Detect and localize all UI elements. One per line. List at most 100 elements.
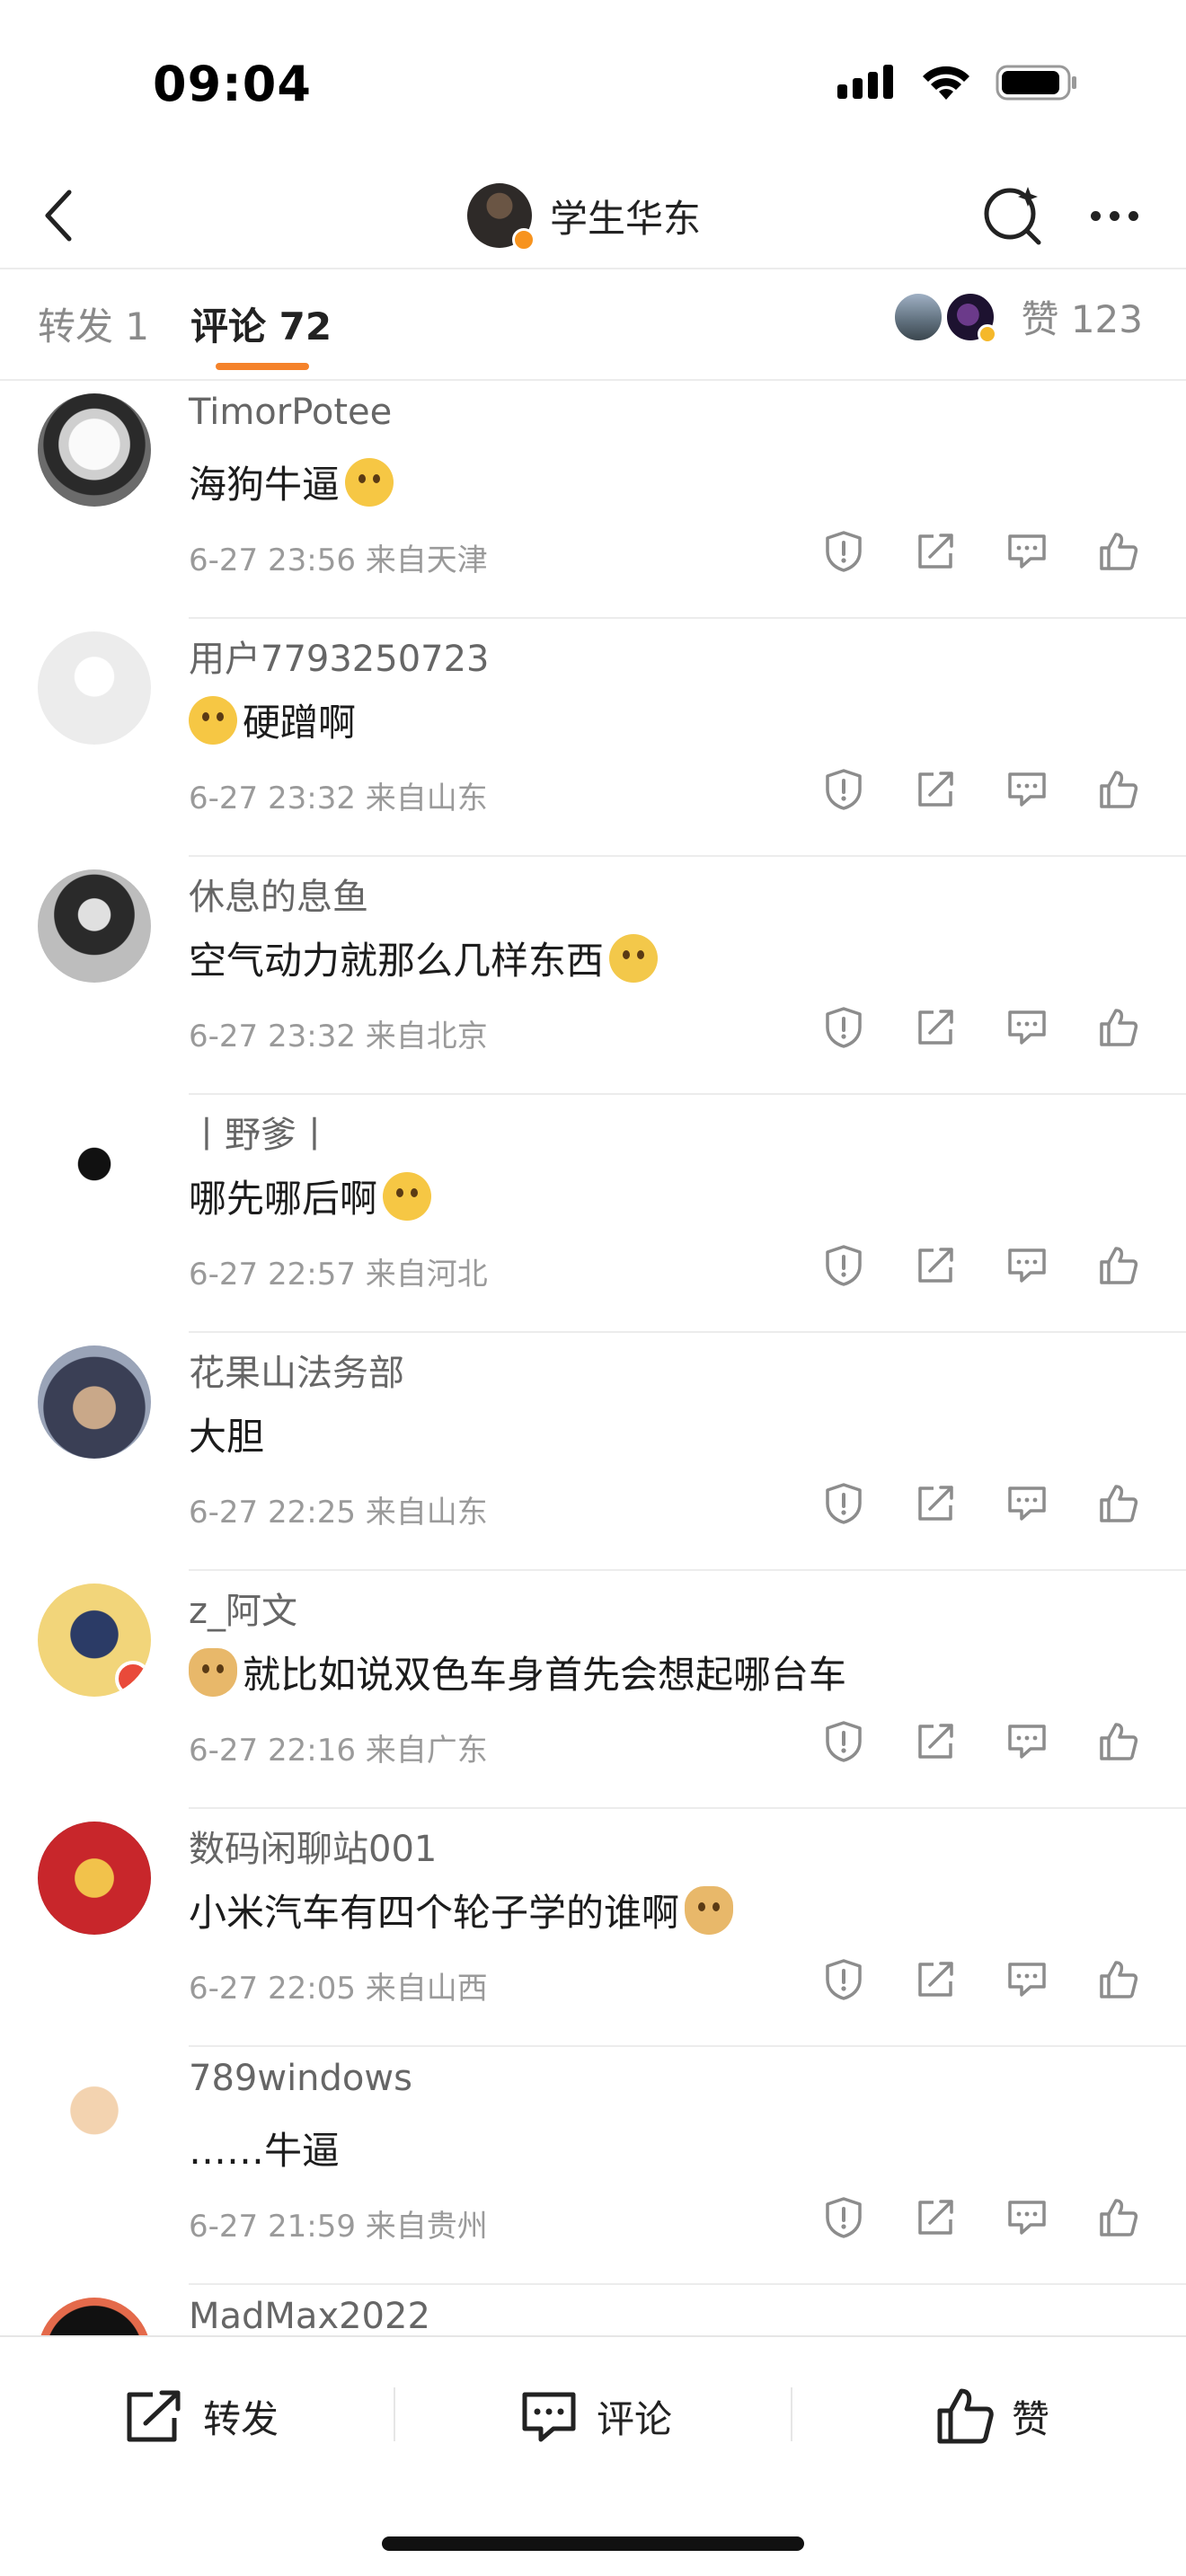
comment-meta: 6-27 23:32 来自北京 <box>189 1019 488 1054</box>
share-comment-button[interactable] <box>914 1720 957 1763</box>
comment-actions <box>822 1482 1140 1525</box>
user-avatar[interactable] <box>38 2060 151 2173</box>
comment-item[interactable]: 丨野爹丨 哪先哪后啊 6-27 22:57 来自河北 <box>0 1095 1186 1333</box>
comment-item[interactable]: 休息的息鱼 空气动力就那么几样东西 6-27 23:32 来自北京 <box>0 857 1186 1095</box>
likes-count: 赞 123 <box>1021 297 1143 341</box>
comment-item[interactable]: MadMax2022 <box>0 2285 1186 2335</box>
share-comment-button[interactable] <box>914 530 957 573</box>
status-time: 09:04 <box>153 56 312 112</box>
user-avatar[interactable] <box>38 393 151 507</box>
reply-button[interactable] <box>1005 1244 1049 1287</box>
comment-username[interactable]: 丨野爹丨 <box>189 1106 332 1158</box>
more-button[interactable] <box>1078 181 1150 250</box>
author-avatar[interactable] <box>467 183 535 251</box>
share-comment-button[interactable] <box>914 1958 957 2001</box>
shield-alert-icon <box>826 531 862 572</box>
report-button[interactable] <box>822 530 865 573</box>
shield-alert-icon <box>826 1245 862 1286</box>
comment-item[interactable]: 花果山法务部 大胆 6-27 22:25 来自山东 <box>0 1333 1186 1571</box>
chevron-left-icon <box>45 190 72 242</box>
user-avatar[interactable] <box>38 631 151 745</box>
like-button[interactable]: 赞 <box>934 2380 1049 2452</box>
repost-button[interactable]: 转发 <box>122 2380 279 2452</box>
like-comment-button[interactable] <box>1097 1958 1140 2001</box>
reply-button[interactable] <box>1005 530 1049 573</box>
user-avatar[interactable] <box>38 1107 151 1221</box>
reply-button[interactable] <box>1005 1006 1049 1049</box>
comment-body: ……牛逼 <box>189 2121 340 2175</box>
comment-username[interactable]: z_阿文 <box>189 1582 297 1634</box>
author-header[interactable]: 学生华东 <box>467 176 701 255</box>
reply-button[interactable] <box>1005 2196 1049 2239</box>
comment-item[interactable]: z_阿文 就比如说双色车身首先会想起哪台车 6-27 22:16 来自广东 <box>0 1571 1186 1809</box>
comment-meta: 6-27 22:25 来自山东 <box>189 1495 488 1531</box>
share-comment-button[interactable] <box>914 1482 957 1525</box>
comment-username[interactable]: 休息的息鱼 <box>189 868 368 920</box>
more-dot-icon <box>1090 210 1101 221</box>
comment-username[interactable]: 789windows <box>189 2058 412 2099</box>
share-comment-button[interactable] <box>914 2196 957 2239</box>
shield-alert-icon <box>826 1721 862 1762</box>
report-button[interactable] <box>822 1244 865 1287</box>
tab-comment[interactable]: 评论 72 <box>190 296 332 351</box>
report-button[interactable] <box>822 1720 865 1763</box>
comment-username[interactable]: TimorPotee <box>189 392 392 433</box>
like-comment-button[interactable] <box>1097 530 1140 573</box>
search-button[interactable] <box>979 181 1048 250</box>
comment-username[interactable]: 花果山法务部 <box>189 1344 404 1396</box>
comment-username[interactable]: 数码闲聊站001 <box>189 1820 437 1872</box>
thumbs-up-icon <box>1100 1485 1138 1522</box>
comment-label: 评论 <box>597 2396 673 2441</box>
reply-button[interactable] <box>1005 1482 1049 1525</box>
comment-button[interactable]: 评论 <box>518 2380 672 2452</box>
report-button[interactable] <box>822 1958 865 2001</box>
report-button[interactable] <box>822 2196 865 2239</box>
share-comment-button[interactable] <box>914 1244 957 1287</box>
comment-item[interactable]: TimorPotee 海狗牛逼 6-27 23:56 来自天津 <box>0 381 1186 619</box>
comment-meta: 6-27 23:56 来自天津 <box>189 543 488 578</box>
report-button[interactable] <box>822 1006 865 1049</box>
user-avatar[interactable] <box>38 1345 151 1459</box>
like-comment-button[interactable] <box>1097 1482 1140 1525</box>
report-button[interactable] <box>822 1482 865 1525</box>
user-avatar[interactable] <box>38 1822 151 1935</box>
tab-repost[interactable]: 转发 1 <box>38 296 149 351</box>
user-avatar[interactable] <box>38 1584 151 1697</box>
liker-avatar <box>945 291 998 344</box>
like-comment-button[interactable] <box>1097 2196 1140 2239</box>
comment-meta: 6-27 23:32 来自山东 <box>189 781 488 816</box>
reply-button[interactable] <box>1005 768 1049 811</box>
comment-text: ……牛逼 <box>189 2129 341 2173</box>
reply-button[interactable] <box>1005 1720 1049 1763</box>
tab-likes[interactable]: 赞 123 <box>893 289 1143 344</box>
like-comment-button[interactable] <box>1097 1006 1140 1049</box>
comment-text: 大胆 <box>189 1415 265 1459</box>
doge-emoji <box>189 1647 237 1697</box>
like-comment-button[interactable] <box>1097 1244 1140 1287</box>
user-avatar[interactable] <box>38 2298 151 2335</box>
thumbs-up-icon <box>1100 1723 1138 1760</box>
thumbs-up-icon <box>1100 2199 1138 2236</box>
report-button[interactable] <box>822 768 865 811</box>
comment-item[interactable]: 数码闲聊站001 小米汽车有四个轮子学的谁啊 6-27 22:05 来自山西 <box>0 1809 1186 2047</box>
comment-text: 就比如说双色车身首先会想起哪台车 <box>243 1653 847 1697</box>
comment-actions <box>822 1720 1140 1763</box>
like-comment-button[interactable] <box>1097 768 1140 811</box>
reply-button[interactable] <box>1005 1958 1049 2001</box>
comment-text: 小米汽车有四个轮子学的谁啊 <box>189 1891 680 1935</box>
comment-list[interactable]: TimorPotee 海狗牛逼 6-27 23:56 来自天津 用户779325… <box>0 381 1186 2335</box>
thumbs-up-icon <box>937 2388 994 2444</box>
share-icon <box>918 1486 953 1521</box>
comment-username[interactable]: MadMax2022 <box>189 2296 430 2335</box>
like-comment-button[interactable] <box>1097 1720 1140 1763</box>
user-avatar[interactable] <box>38 869 151 983</box>
share-comment-button[interactable] <box>914 768 957 811</box>
shrug-emoji <box>609 933 659 983</box>
comment-item[interactable]: 用户7793250723 硬蹭啊 6-27 23:32 来自山东 <box>0 619 1186 857</box>
comment-item[interactable]: 789windows ……牛逼 6-27 21:59 来自贵州 <box>0 2047 1186 2285</box>
comment-username[interactable]: 用户7793250723 <box>189 630 490 682</box>
comment-icon <box>1008 1248 1046 1283</box>
back-button[interactable] <box>27 181 90 250</box>
share-comment-button[interactable] <box>914 1006 957 1049</box>
status-bar: 09:04 <box>0 0 1186 162</box>
